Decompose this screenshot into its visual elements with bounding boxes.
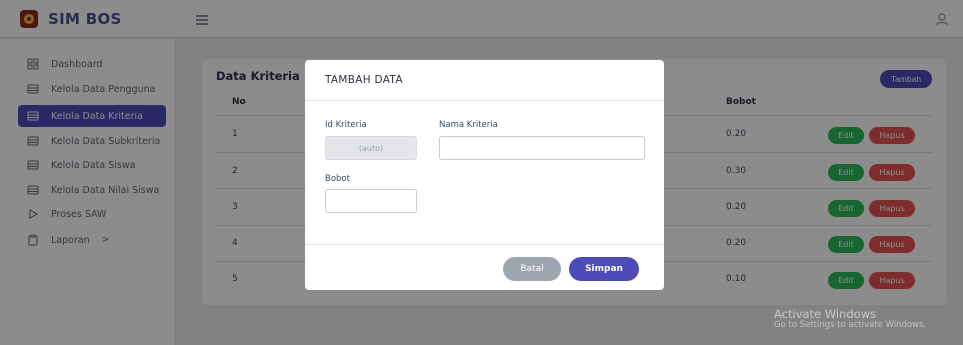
save-button[interactable]: Simpan <box>569 257 639 281</box>
activate-windows-subtitle: Go to Settings to activate Windows. <box>774 320 927 330</box>
id-kriteria-label: Id Kriteria <box>325 120 367 130</box>
activate-windows-title: Activate Windows <box>774 307 877 321</box>
modal-footer-divider <box>305 244 664 245</box>
nama-kriteria-label: Nama Kriteria <box>439 120 498 130</box>
bobot-label: Bobot <box>325 174 350 184</box>
add-data-modal: TAMBAH DATA Id Kriteria (auto) Nama Krit… <box>305 60 664 290</box>
cancel-button[interactable]: Batal <box>503 257 561 281</box>
nama-kriteria-field[interactable] <box>439 136 645 160</box>
modal-header-divider <box>305 100 664 101</box>
id-kriteria-field: (auto) <box>325 136 417 160</box>
modal-title: TAMBAH DATA <box>325 74 403 86</box>
bobot-field[interactable] <box>325 189 417 213</box>
